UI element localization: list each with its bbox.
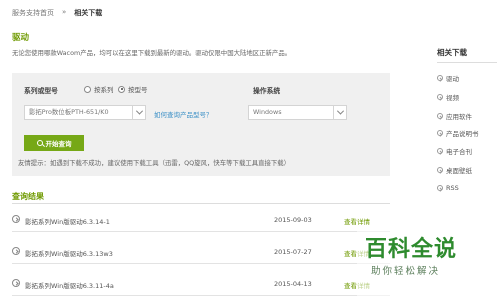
watermark-main-text: 百科全说	[365, 237, 458, 262]
os-label: 操作系统	[253, 87, 281, 95]
chevron-right-circle-icon	[12, 247, 20, 255]
result-name: 影拓系列Win版驱动6.3.14-1	[25, 218, 110, 226]
view-details-link[interactable]: 查看详情	[344, 216, 370, 226]
driver-intro-text: 无论您使用哪款Wacom产品，均可以在这里下载到最新的驱动。驱动仅限中国大陆地区…	[12, 49, 292, 57]
breadcrumb: 服务支持首页 » 相关下载	[12, 8, 102, 18]
search-button-label: 开始查询	[45, 140, 72, 148]
sidebar-item-label: 应用软件	[446, 113, 472, 121]
search-icon	[36, 140, 43, 146]
model-select[interactable]: 影拓Pro数位板PTH-651/K0	[24, 105, 146, 120]
sidebar-item-software[interactable]: 应用软件	[437, 111, 472, 121]
chevron-right-circle-icon	[437, 94, 443, 100]
sidebar-item-label: 桌面壁纸	[446, 167, 472, 175]
result-date: 2015-04-13	[274, 280, 312, 288]
chevron-right-circle-icon	[12, 215, 20, 223]
sidebar-item-label: RSS	[446, 184, 459, 192]
watermark-logo: 百科全说 助你轻松解决	[357, 229, 500, 305]
breadcrumb-current: 相关下载	[74, 9, 103, 17]
chevron-right-circle-icon	[12, 279, 20, 287]
driver-section-title: 驱动	[12, 33, 30, 43]
sidebar-item-video[interactable]: 视频	[437, 92, 459, 102]
watermark-sub-text: 助你轻松解决	[371, 266, 441, 277]
chevron-right-circle-icon	[437, 113, 443, 119]
sidebar-item-label: 视频	[446, 94, 459, 102]
radio-by-model[interactable]: 按型号	[118, 84, 148, 94]
model-select-value: 影拓Pro数位板PTH-651/K0	[29, 108, 109, 116]
os-select[interactable]: Windows	[248, 105, 347, 120]
search-button[interactable]: 开始查询	[24, 135, 84, 151]
sidebar-item-driver[interactable]: 驱动	[437, 73, 459, 83]
radio-circle-selected	[118, 85, 125, 93]
os-select-value: Windows	[253, 108, 282, 116]
radio-by-model-label: 按型号	[128, 86, 148, 94]
divider	[437, 62, 497, 63]
radio-circle	[84, 85, 91, 93]
breadcrumb-separator: »	[62, 8, 67, 16]
sidebar-item-ebook[interactable]: 电子合刊	[437, 146, 472, 156]
sidebar-item-label: 驱动	[446, 75, 459, 83]
chevron-down-icon	[132, 106, 145, 119]
chevron-down-icon	[333, 106, 346, 119]
chevron-right-circle-icon	[437, 185, 443, 191]
chevron-right-circle-icon	[437, 148, 443, 154]
download-tip: 友情提示：如遇到下载不成功，建议使用下载工具（迅雷，QQ旋风，快车等下载工具直接…	[18, 159, 291, 167]
result-name: 影拓系列Win版驱动6.3.13w3	[25, 250, 113, 258]
sidebar-item-wallpaper[interactable]: 桌面壁纸	[437, 165, 472, 175]
breadcrumb-home[interactable]: 服务支持首页	[12, 8, 54, 18]
chevron-right-circle-icon	[437, 75, 443, 81]
series-or-model-label: 系列或型号	[24, 87, 58, 95]
results-title: 查询结果	[12, 192, 44, 201]
search-panel: 系列或型号 按系列 按型号 操作系统 影拓Pro数位板PTH-651/K0 如何…	[12, 73, 390, 176]
divider	[12, 203, 390, 204]
result-date: 2015-07-27	[274, 248, 312, 256]
sidebar-item-label: 电子合刊	[446, 148, 472, 156]
sidebar-item-label: 产品说明书	[446, 130, 479, 138]
sidebar-title: 相关下载	[437, 48, 467, 57]
sidebar-item-manual[interactable]: 产品说明书	[437, 128, 479, 138]
result-row[interactable]: 影拓系列Win版驱动6.3.13w3 2015-07-27 查看详情	[12, 240, 390, 264]
result-row[interactable]: 影拓系列Win版驱动6.3.11-4a 2015-04-13 查看详情	[12, 272, 390, 296]
result-name: 影拓系列Win版驱动6.3.11-4a	[25, 282, 114, 290]
how-to-find-model-link[interactable]: 如何查询产品型号？	[154, 109, 213, 119]
chevron-right-circle-icon	[437, 167, 443, 173]
result-date: 2015-09-03	[274, 216, 312, 224]
radio-by-series[interactable]: 按系列	[84, 84, 114, 94]
chevron-right-circle-icon	[437, 130, 443, 136]
radio-by-series-label: 按系列	[94, 86, 114, 94]
sidebar-item-rss[interactable]: RSS	[437, 184, 459, 192]
result-row[interactable]: 影拓系列Win版驱动6.3.14-1 2015-09-03 查看详情	[12, 208, 390, 232]
